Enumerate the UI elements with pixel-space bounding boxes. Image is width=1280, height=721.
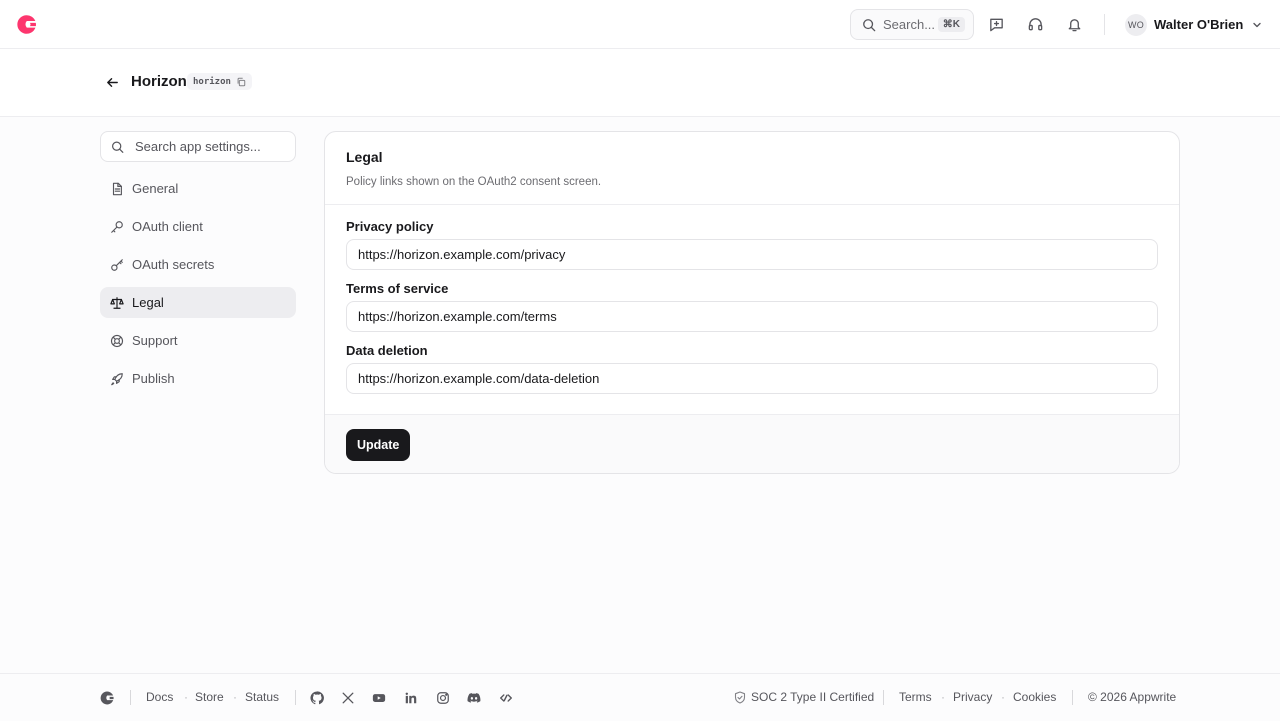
card-header: Legal Policy links shown on the OAuth2 c… <box>325 132 1179 205</box>
sidebar-item-publish[interactable]: Publish <box>100 363 296 394</box>
sidebar-item-label: Support <box>132 333 178 348</box>
page-header: Horizon horizon <box>0 49 1280 117</box>
footer-divider <box>130 690 131 705</box>
footer-link-cookies[interactable]: Cookies <box>1013 690 1056 704</box>
sidebar-item-label: OAuth secrets <box>132 257 215 272</box>
card-title: Legal <box>346 149 383 165</box>
appwrite-logo-icon[interactable] <box>15 13 38 36</box>
terms-of-service-input[interactable] <box>346 301 1158 332</box>
top-bar: Search... ⌘K WO Walter O'Brien <box>0 0 1280 49</box>
sidebar-item-label: General <box>132 181 179 196</box>
back-arrow-icon[interactable] <box>105 75 120 90</box>
settings-nav: General OAuth client OAuth secrets Legal… <box>100 173 296 401</box>
card-body: Privacy policy Terms of service Data del… <box>325 205 1179 414</box>
secret-key-icon <box>111 258 123 271</box>
data-deletion-input[interactable] <box>346 363 1158 394</box>
app-id-text: horizon <box>193 76 231 87</box>
scale-icon <box>110 296 124 309</box>
lifebuoy-icon <box>110 334 124 347</box>
terms-of-service-field: Terms of service <box>346 279 1158 332</box>
sidebar-item-support[interactable]: Support <box>100 325 296 356</box>
search-label: Search... <box>883 17 936 32</box>
feedback-icon[interactable] <box>988 16 1005 33</box>
footer-dot: · <box>1001 690 1005 704</box>
global-search-button[interactable]: Search... ⌘K <box>850 9 974 40</box>
youtube-icon[interactable] <box>372 691 386 705</box>
data-deletion-field: Data deletion <box>346 341 1158 394</box>
sidebar-item-label: OAuth client <box>132 219 203 234</box>
footer-dot: · <box>233 690 237 704</box>
user-name: Walter O'Brien <box>1154 17 1244 32</box>
footer-divider <box>1072 690 1073 705</box>
github-icon[interactable] <box>310 691 324 705</box>
copy-icon <box>237 77 246 86</box>
sidebar-item-legal[interactable]: Legal <box>100 287 296 318</box>
x-icon[interactable] <box>341 691 355 705</box>
app-id-badge[interactable]: horizon <box>187 73 252 90</box>
topbar-divider <box>1104 14 1105 35</box>
sidebar-item-label: Publish <box>132 371 175 386</box>
document-icon <box>112 182 122 195</box>
footer-divider <box>295 690 296 705</box>
privacy-policy-field: Privacy policy <box>346 217 1158 270</box>
footer-link-store[interactable]: Store <box>195 690 224 704</box>
soc2-certification: SOC 2 Type II Certified <box>751 690 875 704</box>
privacy-policy-input[interactable] <box>346 239 1158 270</box>
sidebar-item-oauth-client[interactable]: OAuth client <box>100 211 296 242</box>
field-label: Terms of service <box>346 281 449 296</box>
settings-search-input[interactable] <box>135 139 285 154</box>
sidebar-item-label: Legal <box>132 295 164 310</box>
footer-dot: · <box>941 690 945 704</box>
bell-icon[interactable] <box>1066 16 1083 33</box>
linkedin-icon[interactable] <box>404 691 418 705</box>
daily-dev-icon[interactable] <box>499 691 513 705</box>
field-label: Data deletion <box>346 343 428 358</box>
field-label: Privacy policy <box>346 219 434 234</box>
chevron-down-icon <box>1253 22 1261 27</box>
card-footer: Update <box>325 414 1179 473</box>
footer-link-privacy[interactable]: Privacy <box>953 690 992 704</box>
search-shortcut: ⌘K <box>937 17 965 32</box>
sidebar-item-oauth-secrets[interactable]: OAuth secrets <box>100 249 296 280</box>
footer-link-status[interactable]: Status <box>245 690 279 704</box>
footer-dot: · <box>184 690 188 704</box>
search-icon <box>112 141 124 153</box>
update-button[interactable]: Update <box>346 429 411 461</box>
card-subtitle: Policy links shown on the OAuth2 consent… <box>346 176 602 188</box>
user-menu[interactable]: WO Walter O'Brien <box>1125 13 1263 36</box>
legal-settings-card: Legal Policy links shown on the OAuth2 c… <box>324 131 1180 474</box>
appwrite-logo-icon[interactable] <box>99 690 115 706</box>
footer-divider <box>883 690 884 705</box>
settings-search-field[interactable] <box>100 131 296 162</box>
avatar: WO <box>1125 13 1147 36</box>
footer-link-docs[interactable]: Docs <box>146 690 173 704</box>
shield-icon <box>734 691 746 704</box>
discord-icon[interactable] <box>467 691 481 705</box>
key-icon <box>111 220 123 233</box>
page-title: Horizon <box>131 73 187 90</box>
footer-link-terms[interactable]: Terms <box>899 690 932 704</box>
headset-support-icon[interactable] <box>1027 16 1044 33</box>
footer: Docs · Store · Status SOC 2 Type II Cert… <box>0 673 1280 721</box>
instagram-icon[interactable] <box>436 691 450 705</box>
sidebar-item-general[interactable]: General <box>100 173 296 204</box>
copyright: © 2026 Appwrite <box>1088 690 1177 704</box>
rocket-icon <box>111 372 123 385</box>
search-icon <box>863 18 876 31</box>
